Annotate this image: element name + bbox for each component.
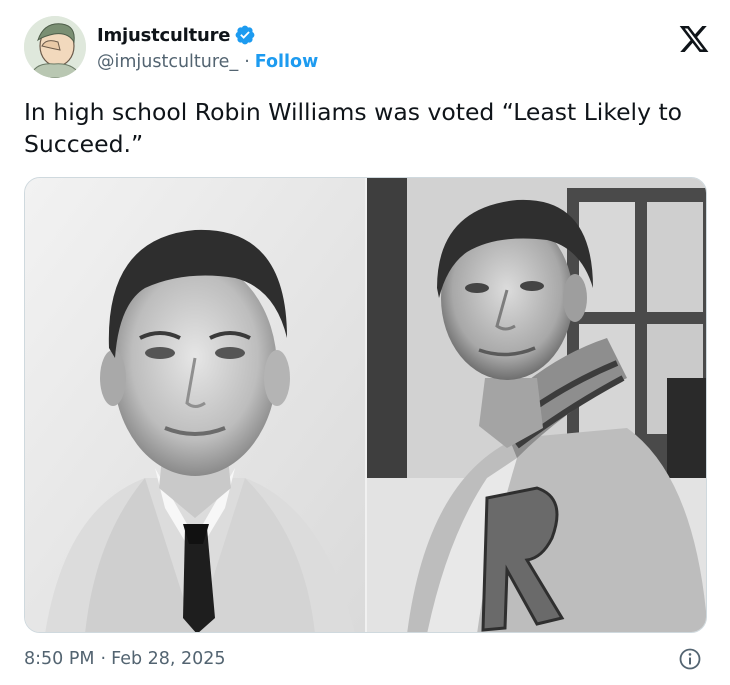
author-name-row: Imjustculture bbox=[97, 22, 256, 48]
avatar-illustration-icon bbox=[24, 16, 86, 78]
tweet-time: 8:50 PM bbox=[24, 649, 95, 669]
tweet-media[interactable] bbox=[24, 177, 707, 633]
tweet-card: Imjustculture @imjustculture_ · Follow I… bbox=[0, 0, 730, 685]
follow-button[interactable]: Follow bbox=[255, 52, 318, 72]
portrait-photo-yearbook-icon[interactable] bbox=[25, 178, 365, 633]
separator: · bbox=[100, 649, 107, 669]
author-avatar[interactable] bbox=[24, 16, 86, 78]
verified-badge-icon bbox=[235, 25, 255, 45]
tweet-date: Feb 28, 2025 bbox=[111, 649, 226, 669]
separator: · bbox=[244, 52, 250, 72]
author-handle[interactable]: @imjustculture_ bbox=[97, 52, 238, 72]
x-logo-icon[interactable] bbox=[677, 23, 711, 55]
author-name[interactable]: Imjustculture bbox=[97, 25, 231, 46]
author-handle-row: @imjustculture_ · Follow bbox=[97, 49, 318, 75]
tweet-timestamp[interactable]: 8:50 PM · Feb 28, 2025 bbox=[24, 645, 226, 673]
tweet-text: In high school Robin Williams was voted … bbox=[24, 98, 683, 158]
info-icon[interactable] bbox=[678, 647, 702, 671]
portrait-photo-letterman-jacket-icon[interactable] bbox=[367, 178, 707, 633]
